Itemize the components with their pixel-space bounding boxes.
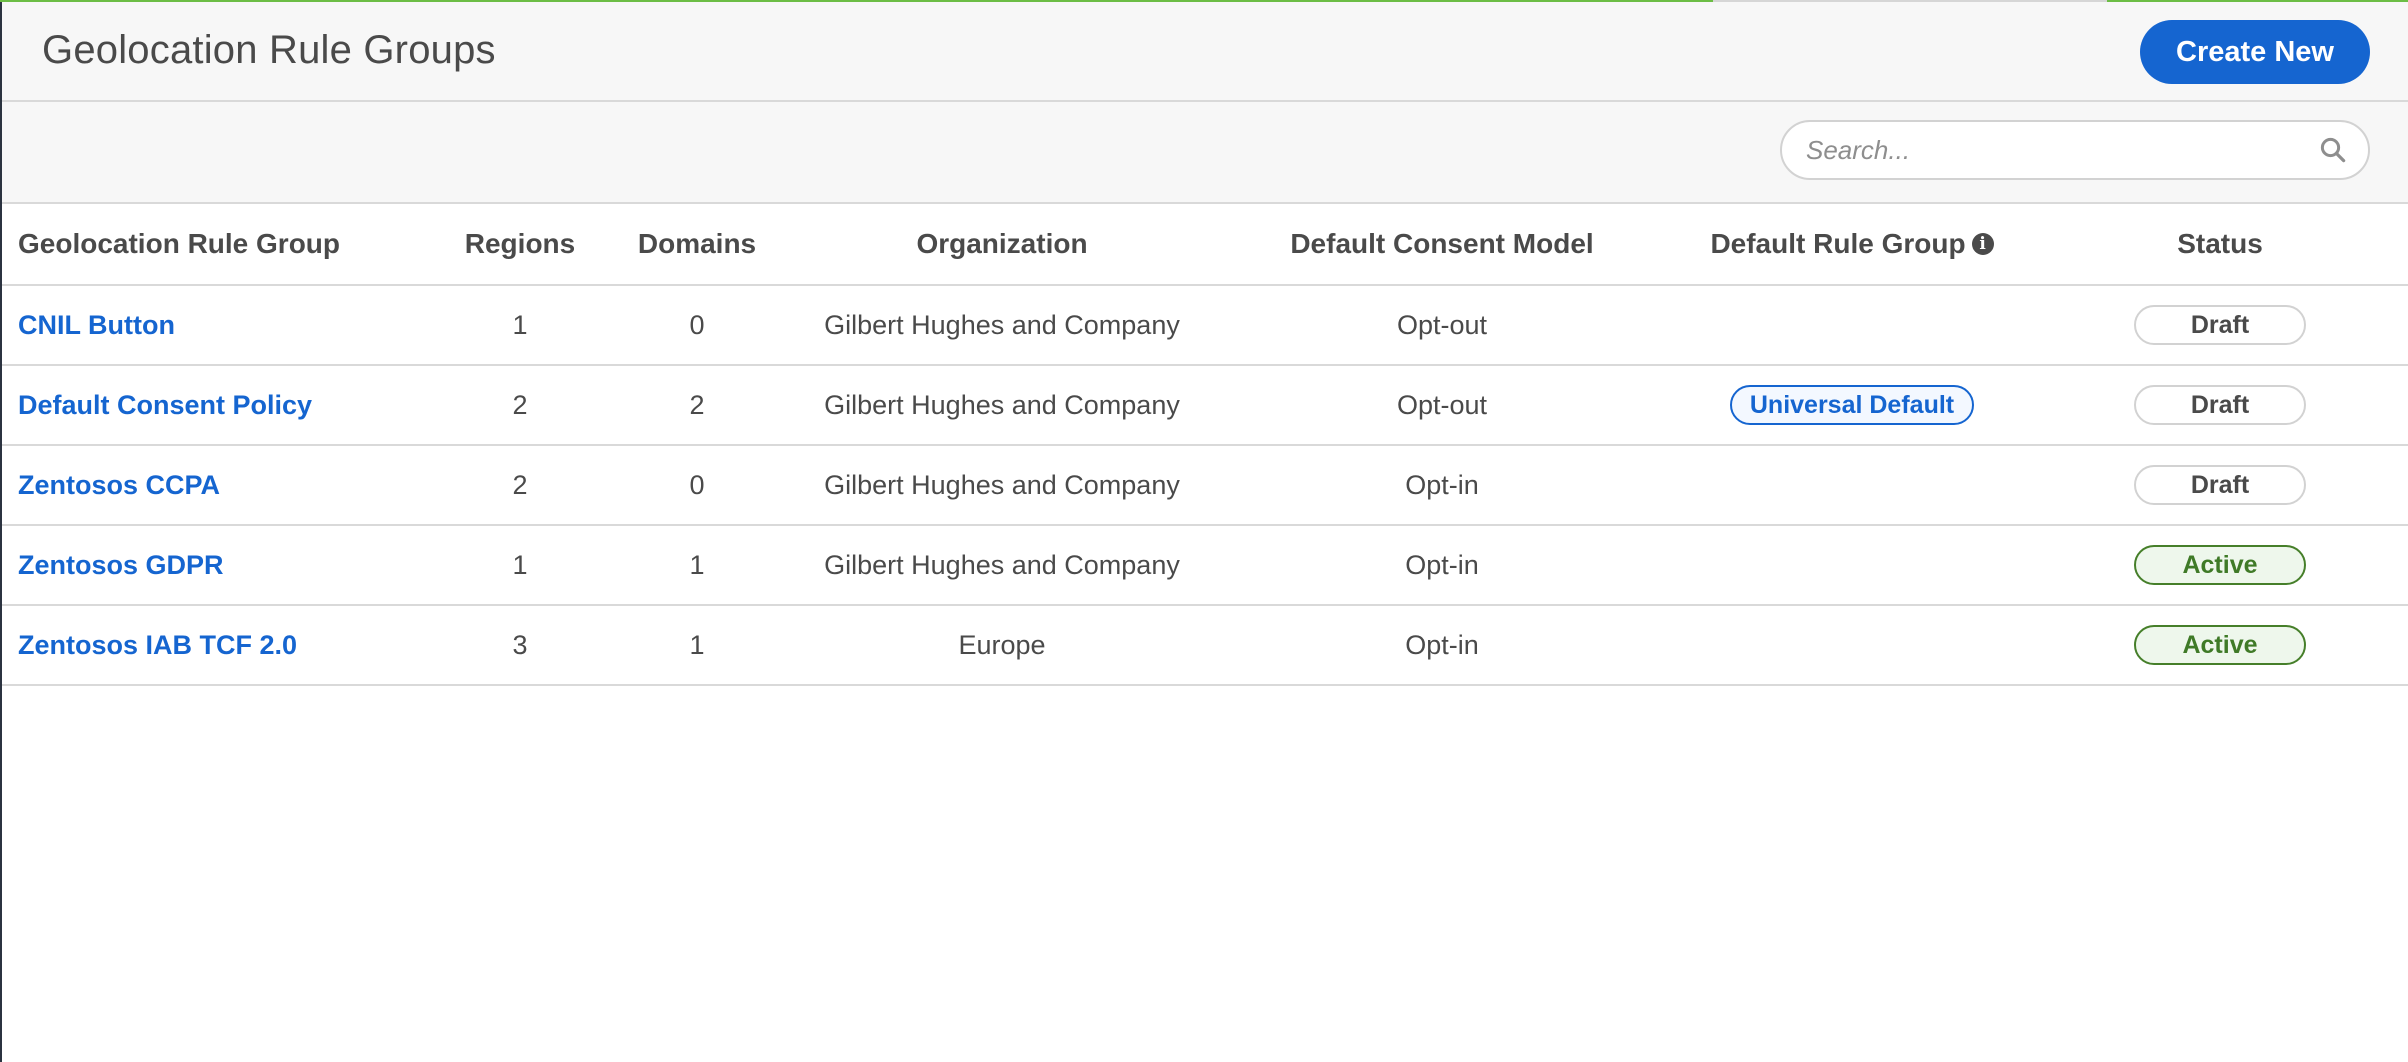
- rule-group-link[interactable]: Default Consent Policy: [18, 390, 312, 420]
- rule-groups-table: Geolocation Rule Group Regions Domains O…: [2, 204, 2408, 686]
- cell-default-rule-group: [1672, 445, 2032, 526]
- table-row: Zentosos GDPR 1 1 Gilbert Hughes and Com…: [2, 525, 2408, 606]
- cell-status: Draft: [2032, 285, 2408, 366]
- cell-organization: Gilbert Hughes and Company: [792, 445, 1212, 526]
- cell-regions: 3: [438, 605, 602, 686]
- search-input[interactable]: [1782, 133, 2318, 167]
- cell-consent-model: Opt-in: [1212, 525, 1672, 606]
- column-header-status[interactable]: Status: [2032, 204, 2408, 286]
- column-header-consent-model[interactable]: Default Consent Model: [1212, 204, 1672, 286]
- rule-group-link[interactable]: Zentosos GDPR: [18, 550, 224, 580]
- rule-group-link[interactable]: CNIL Button: [18, 310, 175, 340]
- cell-consent-model: Opt-in: [1212, 445, 1672, 526]
- status-badge: Draft: [2134, 465, 2306, 505]
- status-badge: Draft: [2134, 305, 2306, 345]
- rule-group-link[interactable]: Zentosos CCPA: [18, 470, 220, 500]
- cell-default-rule-group: [1672, 605, 2032, 686]
- table-row: Default Consent Policy 2 2 Gilbert Hughe…: [2, 365, 2408, 446]
- column-header-domains[interactable]: Domains: [602, 204, 792, 286]
- table-row: CNIL Button 1 0 Gilbert Hughes and Compa…: [2, 285, 2408, 366]
- cell-default-rule-group: Universal Default: [1672, 365, 2032, 446]
- cell-regions: 1: [438, 285, 602, 366]
- rule-group-link[interactable]: Zentosos IAB TCF 2.0: [18, 630, 297, 660]
- cell-organization: Gilbert Hughes and Company: [792, 285, 1212, 366]
- cell-name: CNIL Button: [2, 285, 438, 366]
- cell-name: Default Consent Policy: [2, 365, 438, 446]
- cell-status: Active: [2032, 525, 2408, 606]
- table-header-row: Geolocation Rule Group Regions Domains O…: [2, 204, 2408, 286]
- cell-regions: 2: [438, 445, 602, 526]
- cell-status: Active: [2032, 605, 2408, 686]
- cell-domains: 1: [602, 525, 792, 606]
- cell-consent-model: Opt-out: [1212, 365, 1672, 446]
- status-badge: Active: [2134, 625, 2306, 665]
- column-header-organization[interactable]: Organization: [792, 204, 1212, 286]
- status-badge: Active: [2134, 545, 2306, 585]
- cell-organization: Gilbert Hughes and Company: [792, 525, 1212, 606]
- cell-domains: 0: [602, 445, 792, 526]
- cell-consent-model: Opt-in: [1212, 605, 1672, 686]
- cell-organization: Europe: [792, 605, 1212, 686]
- cell-name: Zentosos GDPR: [2, 525, 438, 606]
- table-row: Zentosos IAB TCF 2.0 3 1 Europe Opt-in A…: [2, 605, 2408, 686]
- cell-default-rule-group: [1672, 285, 2032, 366]
- column-header-default-rule-group[interactable]: Default Rule Group i: [1672, 204, 2032, 286]
- cell-consent-model: Opt-out: [1212, 285, 1672, 366]
- cell-domains: 1: [602, 605, 792, 686]
- cell-name: Zentosos CCPA: [2, 445, 438, 526]
- info-circle-icon[interactable]: i: [1971, 233, 1994, 255]
- search-box[interactable]: [1780, 120, 2370, 180]
- column-header-name[interactable]: Geolocation Rule Group: [2, 204, 438, 286]
- cell-status: Draft: [2032, 445, 2408, 526]
- cell-regions: 2: [438, 365, 602, 446]
- cell-domains: 0: [602, 285, 792, 366]
- create-new-button[interactable]: Create New: [2140, 20, 2370, 84]
- status-badge: Draft: [2134, 385, 2306, 425]
- page-title: Geolocation Rule Groups: [42, 28, 496, 72]
- page-header: Geolocation Rule Groups Create New: [2, 2, 2408, 102]
- universal-default-badge: Universal Default: [1729, 385, 1975, 425]
- table-row: Zentosos CCPA 2 0 Gilbert Hughes and Com…: [2, 445, 2408, 526]
- column-header-regions[interactable]: Regions: [438, 204, 602, 286]
- cell-name: Zentosos IAB TCF 2.0: [2, 605, 438, 686]
- cell-domains: 2: [602, 365, 792, 446]
- column-header-label: Default Rule Group: [1710, 228, 1966, 259]
- cell-regions: 1: [438, 525, 602, 606]
- toolbar: [2, 102, 2408, 204]
- cell-organization: Gilbert Hughes and Company: [792, 365, 1212, 446]
- cell-default-rule-group: [1672, 525, 2032, 606]
- search-icon[interactable]: [2318, 135, 2348, 165]
- cell-status: Draft: [2032, 365, 2408, 446]
